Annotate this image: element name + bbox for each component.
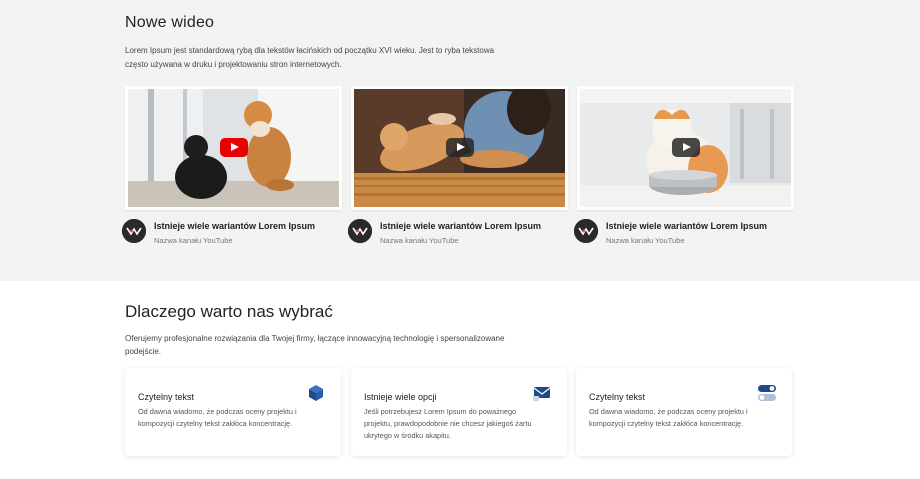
channel-avatar[interactable] bbox=[574, 219, 598, 243]
videos-description: Lorem Ipsum jest standardową rybą dla te… bbox=[125, 46, 495, 69]
channel-avatar[interactable] bbox=[348, 219, 372, 243]
feature-card: Istnieje wiele opcji Jeśli potrzebujesz … bbox=[351, 368, 567, 456]
feature-title: Czytelny tekst bbox=[589, 392, 646, 402]
video-card[interactable]: Istnieje wiele wariantów Lorem Ipsum Naz… bbox=[122, 86, 342, 259]
why-choose-us-section: Dlaczego warto nas wybrać Oferujemy prof… bbox=[0, 281, 920, 479]
feature-card: Czytelny tekst Od dawna wiadomo, że podc… bbox=[576, 368, 792, 456]
feature-title: Czytelny tekst bbox=[138, 392, 195, 402]
feature-text: Jeśli potrzebujesz Lorem Ipsum do poważn… bbox=[364, 407, 532, 440]
video-card[interactable]: Istnieje wiele wariantów Lorem Ipsum Naz… bbox=[574, 86, 794, 259]
videos-heading: Nowe wideo bbox=[125, 14, 215, 31]
mail-icon bbox=[533, 387, 551, 401]
video-thumbnail[interactable] bbox=[125, 86, 342, 210]
play-button-icon[interactable] bbox=[219, 138, 248, 157]
play-button-icon[interactable] bbox=[671, 138, 700, 157]
play-button-icon[interactable] bbox=[445, 138, 474, 157]
channel-avatar[interactable] bbox=[122, 219, 146, 243]
video-thumbnail[interactable] bbox=[351, 86, 568, 210]
cube-icon bbox=[309, 385, 323, 401]
why-description: Oferujemy profesjonalne rozwiązania dla … bbox=[125, 334, 505, 356]
video-title[interactable]: Istnieje wiele wariantów Lorem Ipsum bbox=[606, 221, 767, 231]
video-channel-name[interactable]: Nazwa kanału YouTube bbox=[154, 236, 233, 245]
why-heading: Dlaczego warto nas wybrać bbox=[125, 302, 333, 321]
new-videos-section: Nowe wideo Lorem Ipsum jest standardową … bbox=[0, 0, 920, 281]
feature-card: Czytelny tekst Od dawna wiadomo, że podc… bbox=[125, 368, 341, 456]
video-title[interactable]: Istnieje wiele wariantów Lorem Ipsum bbox=[154, 221, 315, 231]
toggle-icon bbox=[758, 385, 776, 401]
feature-title: Istnieje wiele opcji bbox=[364, 392, 437, 402]
feature-text: Od dawna wiadomo, że podczas oceny proje… bbox=[589, 407, 748, 428]
feature-text: Od dawna wiadomo, że podczas oceny proje… bbox=[138, 407, 297, 428]
video-thumbnail[interactable] bbox=[577, 86, 794, 210]
video-channel-name[interactable]: Nazwa kanału YouTube bbox=[380, 236, 459, 245]
video-card[interactable]: Istnieje wiele wariantów Lorem Ipsum Naz… bbox=[348, 86, 568, 259]
video-channel-name[interactable]: Nazwa kanału YouTube bbox=[606, 236, 685, 245]
video-title[interactable]: Istnieje wiele wariantów Lorem Ipsum bbox=[380, 221, 541, 231]
